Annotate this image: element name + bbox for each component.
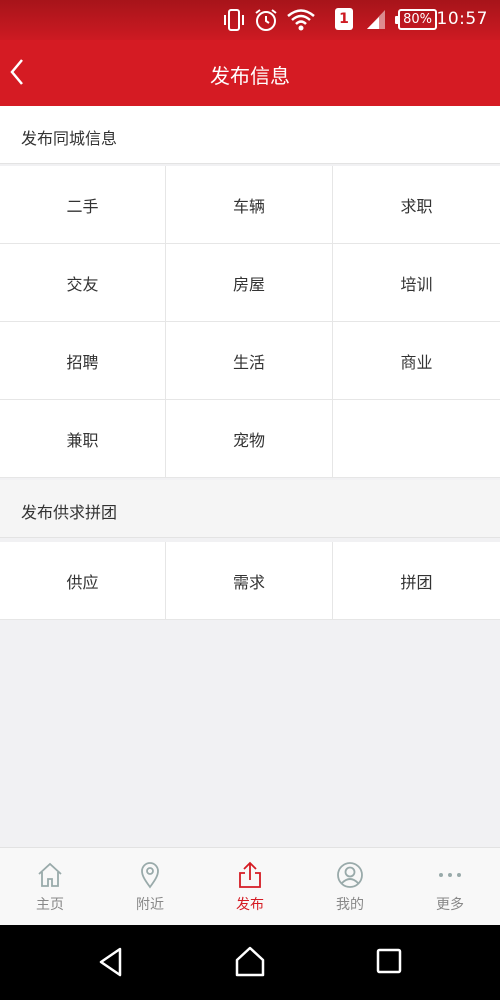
tab-home[interactable]: 主页 [0, 848, 100, 925]
category-life[interactable]: 生活 [166, 322, 333, 400]
tab-mine[interactable]: 我的 [300, 848, 400, 925]
battery-indicator: 80% [395, 9, 437, 30]
status-bar: 1 80% 10:57 [0, 0, 500, 40]
page-title: 发布信息 [210, 64, 290, 88]
app-bar: 发布信息 [0, 40, 500, 106]
category-job-seeking[interactable]: 求职 [333, 166, 500, 244]
android-nav-bar [0, 925, 500, 1000]
section-title: 发布供求拼团 [21, 503, 118, 522]
vibrate-icon [224, 9, 244, 31]
user-icon [337, 862, 363, 888]
location-pin-icon [141, 862, 159, 889]
category-part-time[interactable]: 兼职 [0, 400, 166, 478]
category-housing[interactable]: 房屋 [166, 244, 333, 322]
tab-label: 更多 [436, 897, 464, 913]
share-upload-icon [239, 861, 261, 888]
category-grid-supply: 供应 需求 拼团 [0, 542, 500, 620]
category-pets[interactable]: 宠物 [166, 400, 333, 478]
category-recruiting[interactable]: 招聘 [0, 322, 166, 400]
category-group-buy[interactable]: 拼团 [333, 542, 500, 620]
bottom-tab-bar: 主页 附近 发布 我的 更多 [0, 847, 500, 925]
nav-back-icon[interactable] [96, 945, 126, 979]
tab-nearby[interactable]: 附近 [100, 848, 200, 925]
tab-label: 主页 [36, 897, 64, 913]
sim-indicator: 1 [335, 8, 353, 30]
category-supply[interactable]: 供应 [0, 542, 166, 620]
more-dots-icon [439, 873, 461, 877]
category-secondhand[interactable]: 二手 [0, 166, 166, 244]
tab-publish[interactable]: 发布 [200, 848, 300, 925]
category-demand[interactable]: 需求 [166, 542, 333, 620]
alarm-icon [255, 9, 277, 31]
category-grid-local: 二手 车辆 求职 交友 房屋 培训 招聘 生活 商业 兼职 宠物 [0, 166, 500, 478]
section-header-supply: 发布供求拼团 [0, 480, 500, 538]
category-vehicles[interactable]: 车辆 [166, 166, 333, 244]
tab-label: 我的 [336, 897, 364, 913]
section-title: 发布同城信息 [21, 129, 118, 148]
nav-home-icon[interactable] [234, 945, 266, 979]
tab-more[interactable]: 更多 [400, 848, 500, 925]
category-empty [333, 400, 500, 478]
category-dating[interactable]: 交友 [0, 244, 166, 322]
category-training[interactable]: 培训 [333, 244, 500, 322]
nav-recents-icon[interactable] [375, 945, 403, 979]
tab-label: 附近 [136, 897, 164, 913]
signal-icon [367, 10, 385, 29]
tab-label: 发布 [236, 897, 264, 913]
status-time: 10:57 [436, 9, 488, 29]
home-icon [38, 862, 62, 887]
section-header-local: 发布同城信息 [0, 106, 500, 164]
wifi-icon [287, 9, 315, 31]
category-business[interactable]: 商业 [333, 322, 500, 400]
